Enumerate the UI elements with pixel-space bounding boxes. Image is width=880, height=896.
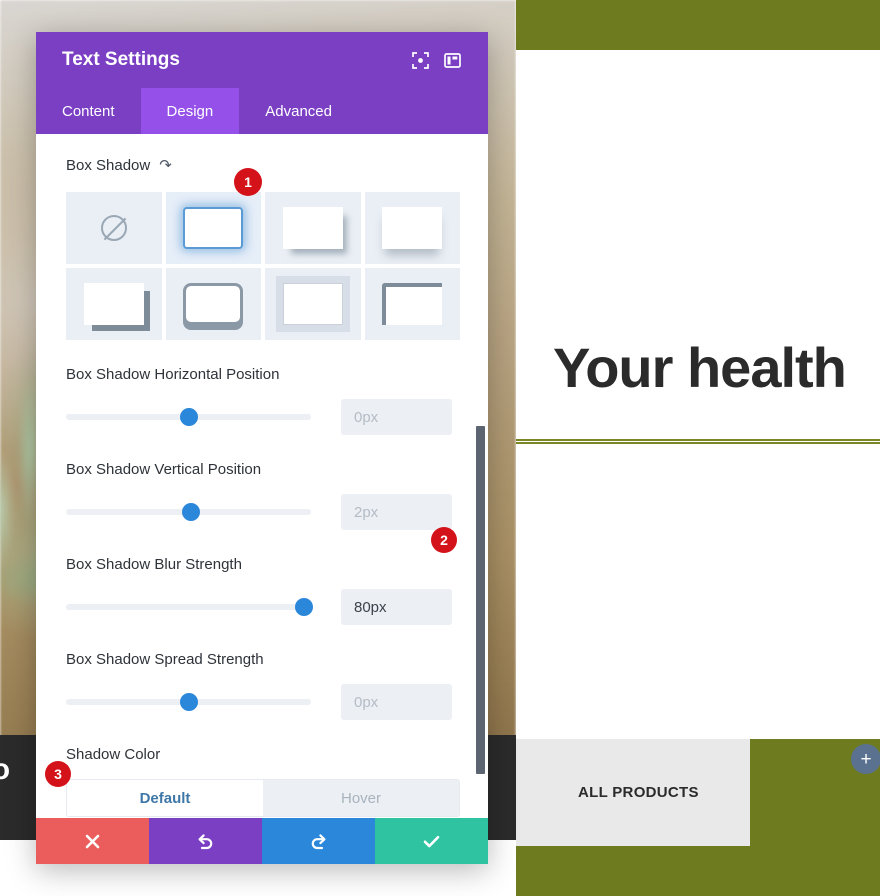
tab-design[interactable]: Design bbox=[140, 88, 240, 134]
preset-drop-right[interactable] bbox=[265, 192, 361, 264]
layout-panel-icon[interactable] bbox=[436, 44, 468, 76]
slider-knob[interactable] bbox=[179, 408, 198, 426]
preset-glow[interactable] bbox=[165, 192, 261, 264]
slider-knob[interactable] bbox=[181, 503, 200, 521]
shadow-color-state-tabs: Default Hover bbox=[66, 779, 460, 817]
focus-expand-icon[interactable] bbox=[404, 44, 436, 76]
annotation-badge-2: 2 bbox=[431, 527, 457, 553]
modal-title: Text Settings bbox=[62, 49, 180, 70]
blur-strength-row: Box Shadow Blur Strength 80px bbox=[66, 556, 460, 625]
horizontal-position-label: Box Shadow Horizontal Position bbox=[66, 366, 280, 383]
box-shadow-preset-grid bbox=[66, 192, 460, 340]
blur-strength-label: Box Shadow Blur Strength bbox=[66, 556, 242, 573]
plus-icon: + bbox=[860, 748, 872, 770]
annotation-badge-3: 3 bbox=[45, 761, 71, 787]
vertical-position-label: Box Shadow Vertical Position bbox=[66, 461, 262, 478]
tab-advanced[interactable]: Advanced bbox=[239, 88, 358, 134]
text-settings-modal: Text Settings Content Design Advanced Bo… bbox=[36, 32, 488, 864]
spread-strength-row: Box Shadow Spread Strength 0px bbox=[66, 651, 460, 720]
preset-drop-bottom[interactable] bbox=[364, 192, 460, 264]
tab-content[interactable]: Content bbox=[36, 88, 141, 134]
blur-strength-value[interactable]: 80px bbox=[341, 589, 452, 625]
preset-outline-bottom[interactable] bbox=[165, 268, 261, 340]
spread-strength-value[interactable]: 0px bbox=[341, 684, 452, 720]
undo-icon bbox=[198, 833, 213, 849]
blur-strength-slider[interactable] bbox=[66, 598, 313, 616]
preset-none[interactable] bbox=[66, 192, 162, 264]
page-headline: Your health bbox=[553, 336, 847, 399]
shadow-color-label: Shadow Color bbox=[66, 746, 161, 763]
cancel-button[interactable] bbox=[36, 818, 149, 864]
shadow-color-row: Shadow Color Default Hover bbox=[66, 746, 460, 818]
preset-soft-halo[interactable] bbox=[265, 268, 361, 340]
vertical-position-row: Box Shadow Vertical Position 2px bbox=[66, 461, 460, 530]
preset-top-left-edge[interactable] bbox=[364, 268, 460, 340]
slider-knob[interactable] bbox=[294, 598, 313, 616]
all-products-label: ALL PRODUCTS bbox=[578, 784, 699, 801]
box-shadow-section-title: Box Shadow ↷ bbox=[66, 156, 460, 175]
horizontal-position-slider[interactable] bbox=[66, 408, 311, 426]
slider-knob[interactable] bbox=[179, 693, 198, 711]
olive-top-band bbox=[516, 0, 880, 50]
spread-strength-label: Box Shadow Spread Strength bbox=[66, 651, 264, 668]
close-icon bbox=[85, 834, 100, 848]
add-section-button[interactable]: + bbox=[851, 744, 880, 774]
modal-tabs: Content Design Advanced bbox=[36, 88, 488, 134]
checkmark-icon bbox=[423, 835, 440, 847]
annotation-badge-1: 1 bbox=[234, 168, 262, 196]
modal-footer bbox=[36, 818, 488, 864]
white-content-panel-lower bbox=[516, 445, 880, 739]
redo-icon bbox=[311, 833, 326, 849]
modal-header: Text Settings bbox=[36, 32, 488, 88]
redo-button[interactable] bbox=[262, 818, 375, 864]
state-tab-hover[interactable]: Hover bbox=[263, 780, 459, 816]
spread-strength-slider[interactable] bbox=[66, 693, 311, 711]
box-shadow-reset-icon[interactable]: ↷ bbox=[159, 156, 172, 174]
all-products-button[interactable]: ALL PRODUCTS bbox=[516, 739, 750, 846]
horizontal-position-value[interactable]: 0px bbox=[341, 399, 452, 435]
vertical-position-value[interactable]: 2px bbox=[341, 494, 452, 530]
modal-body: Box Shadow ↷ Box Shadow Horizontal Posit… bbox=[36, 134, 488, 818]
box-shadow-label: Box Shadow bbox=[66, 156, 151, 174]
vertical-position-slider[interactable] bbox=[66, 503, 311, 521]
horizontal-position-row: Box Shadow Horizontal Position 0px bbox=[66, 366, 460, 435]
dark-strip-heading: ck o bbox=[0, 753, 11, 786]
preset-hard-corner[interactable] bbox=[66, 268, 162, 340]
state-tab-default[interactable]: Default bbox=[67, 780, 263, 816]
undo-button[interactable] bbox=[149, 818, 262, 864]
modal-scrollbar[interactable] bbox=[476, 426, 485, 774]
no-shadow-icon bbox=[100, 215, 127, 241]
save-button[interactable] bbox=[375, 818, 488, 864]
